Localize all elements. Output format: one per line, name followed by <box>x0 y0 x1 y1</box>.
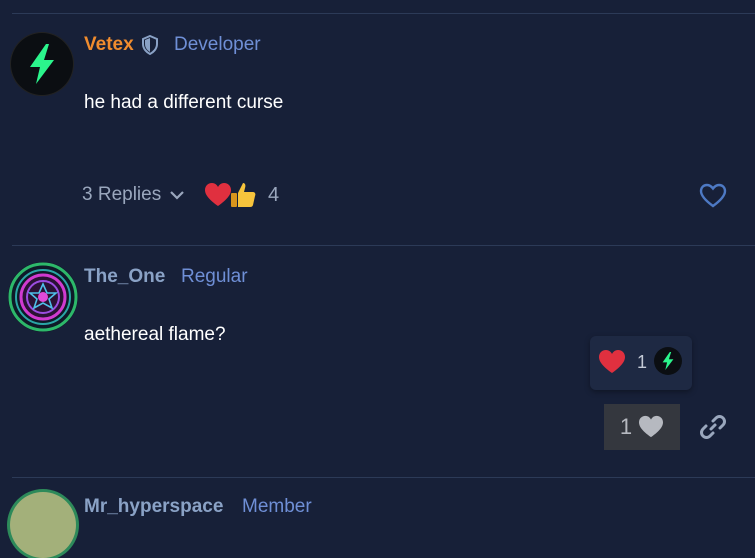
popup-reaction-count: 1 <box>637 352 648 372</box>
reaction-popup: 1 <box>590 336 692 390</box>
replies-toggle[interactable]: 3 Replies <box>82 184 185 206</box>
like-button[interactable]: 1 <box>604 404 680 450</box>
chevron-down-icon <box>170 191 184 200</box>
user-badge: Regular <box>181 266 248 287</box>
avatar[interactable] <box>10 492 76 558</box>
shield-icon <box>142 35 158 55</box>
heart-outline-icon[interactable] <box>699 183 727 209</box>
bolt-icon <box>662 351 674 371</box>
user-badge: Developer <box>174 34 261 55</box>
bolt-icon <box>30 44 54 84</box>
post-text: aethereal flame? <box>84 324 226 345</box>
post-text: he had a different curse <box>84 92 284 113</box>
mandala-avatar-icon <box>8 262 78 332</box>
username[interactable]: Vetex <box>84 34 134 56</box>
replies-label: 3 Replies <box>82 184 162 205</box>
heart-icon[interactable] <box>204 182 232 208</box>
divider <box>12 13 755 14</box>
reaction-count[interactable]: 4 <box>268 184 279 207</box>
heart-icon[interactable] <box>598 349 626 375</box>
user-badge: Member <box>242 496 312 517</box>
reactor-avatar[interactable] <box>654 347 682 375</box>
link-icon[interactable] <box>699 413 727 441</box>
thumbs-up-icon[interactable] <box>229 181 257 209</box>
divider <box>12 245 755 246</box>
avatar[interactable] <box>8 262 78 332</box>
like-count: 1 <box>619 414 633 439</box>
avatar[interactable] <box>11 33 73 95</box>
heart-icon <box>639 415 664 438</box>
username[interactable]: The_One <box>84 266 165 288</box>
username[interactable]: Mr_hyperspace <box>84 496 223 518</box>
divider <box>12 477 755 478</box>
